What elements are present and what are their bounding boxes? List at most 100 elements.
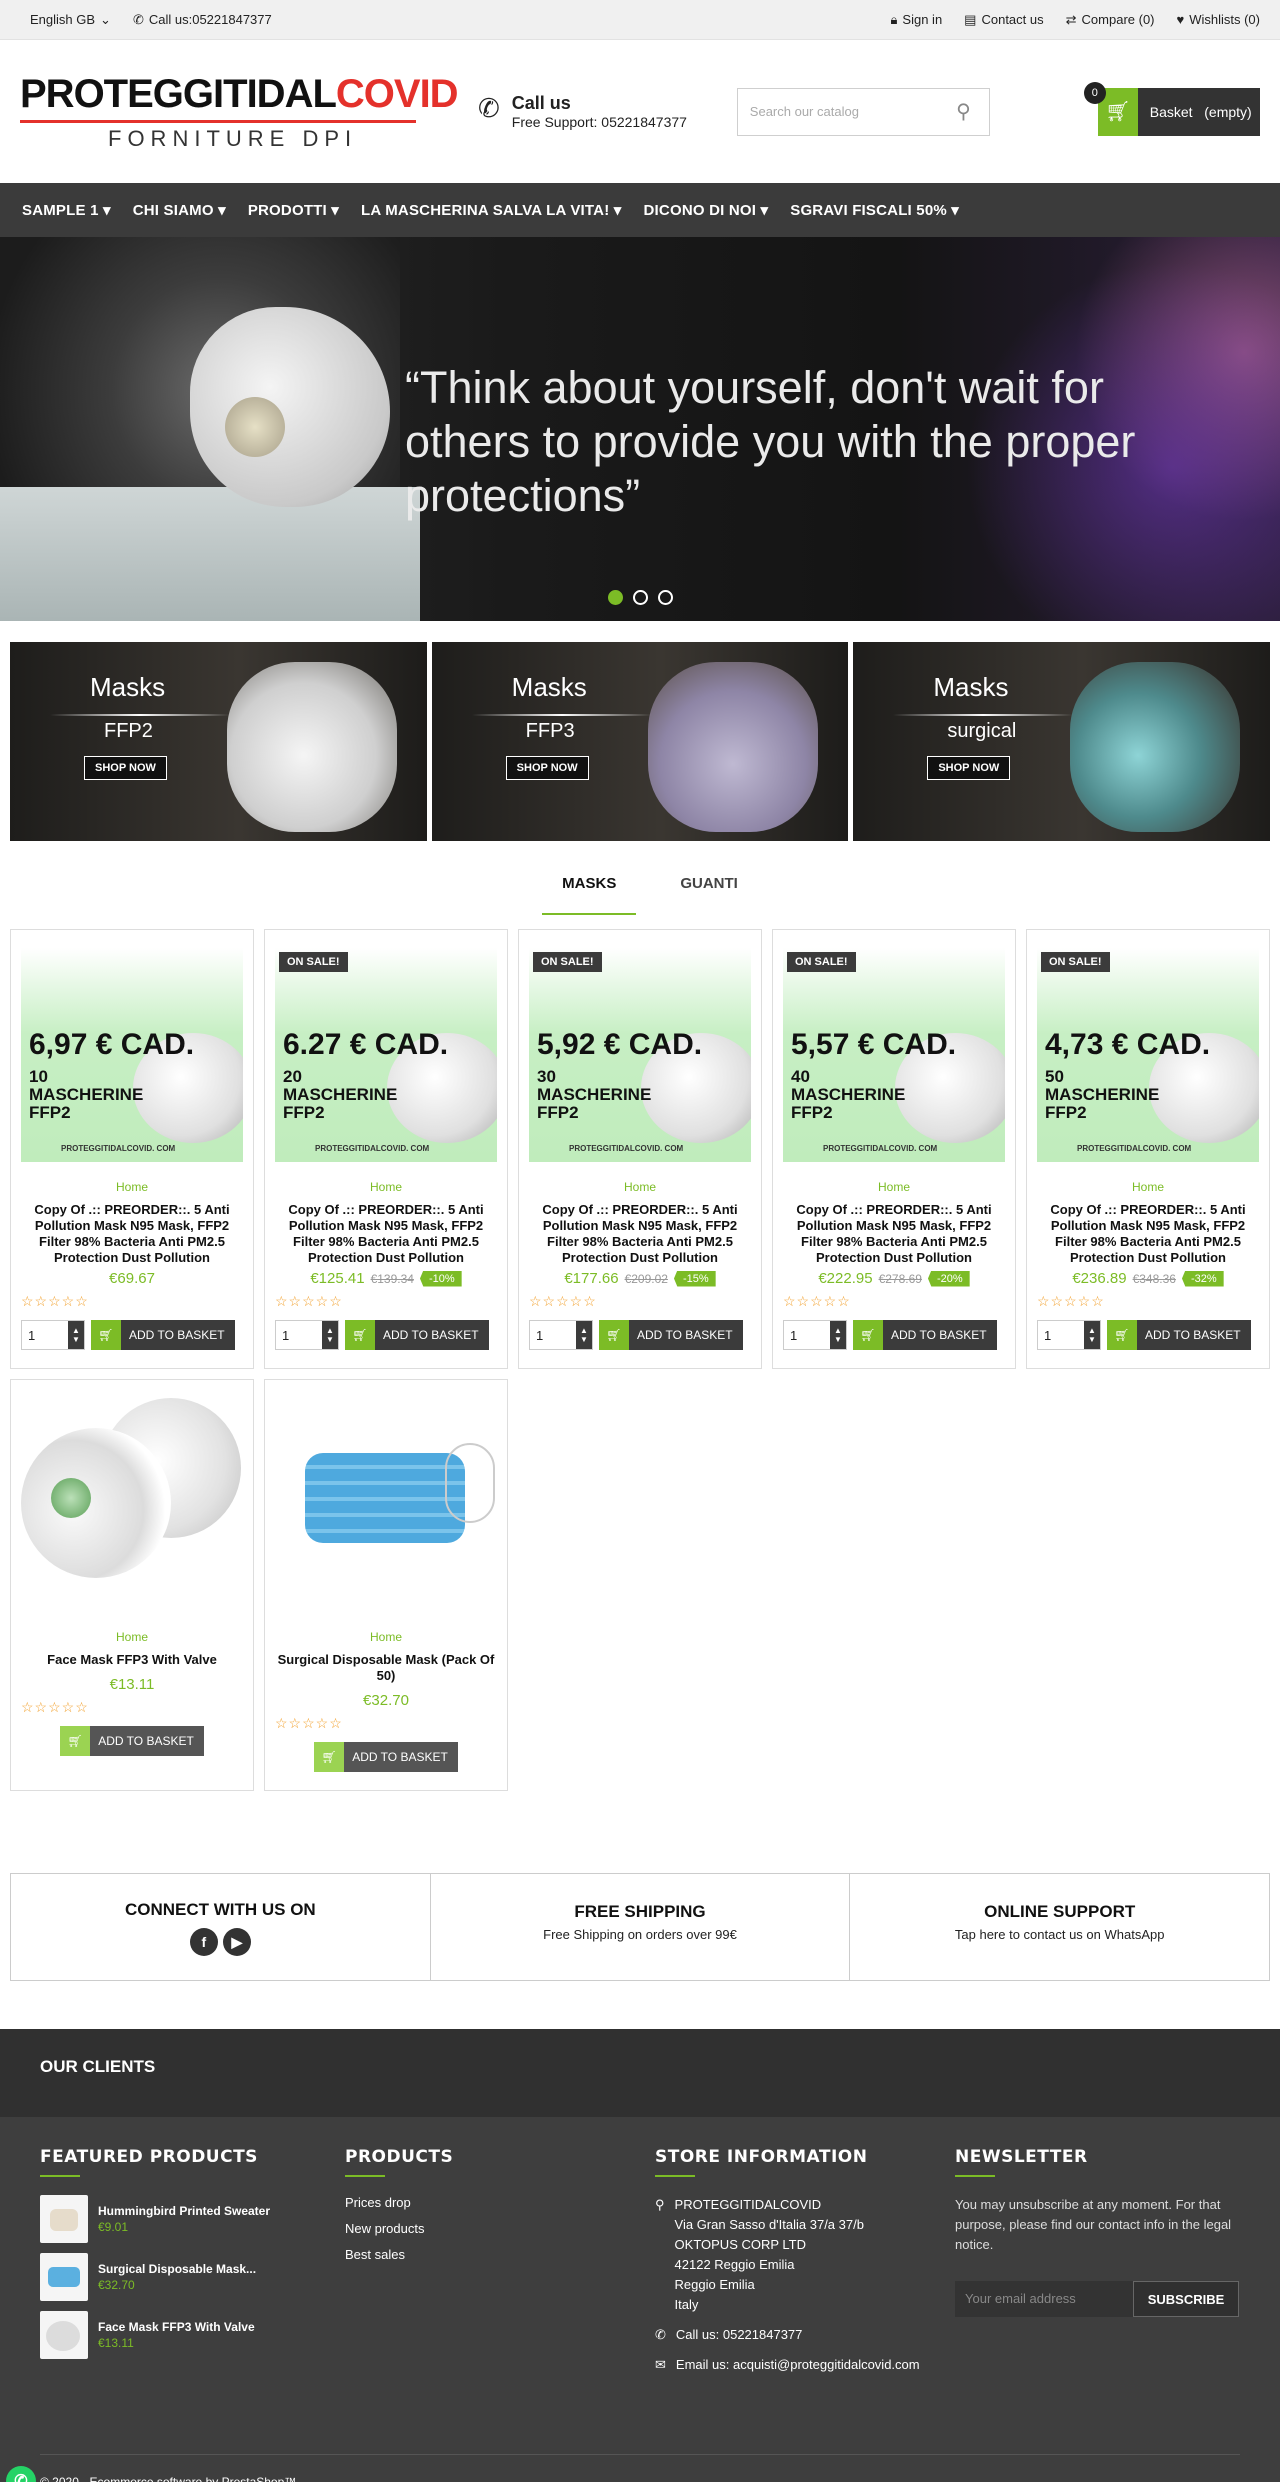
product-image[interactable] (21, 1388, 243, 1618)
subscribe-button[interactable]: SUBSCRIBE (1133, 2281, 1239, 2317)
facebook-icon[interactable]: f (189, 1928, 218, 1956)
product-category[interactable]: Home (275, 1630, 497, 1644)
product-card[interactable]: Home Face Mask FFP3 With Valve €13.11 ☆☆… (10, 1379, 254, 1791)
product-price: €13.11 (109, 1676, 155, 1693)
featured-item[interactable]: Hummingbird Printed Sweater €9.01 (40, 2195, 270, 2243)
stepper-arrows-icon[interactable]: ▲ ▼ (68, 1321, 84, 1349)
card-icon: ▤ (964, 11, 977, 27)
product-name[interactable]: Face Mask FFP3 With Valve (21, 1652, 243, 1672)
add-to-basket-button[interactable]: 🛒︎ ADD TO BASKET (314, 1742, 458, 1772)
feature-support[interactable]: ONLINE SUPPORT Tap here to contact us on… (850, 1874, 1269, 1980)
nav-item[interactable]: SAMPLE 1 ▾ (22, 201, 111, 219)
product-card[interactable]: Home Surgical Disposable Mask (Pack Of 5… (264, 1379, 508, 1791)
product-card[interactable]: ON SALE! 6.27 € CAD. 20 MASCHERINE FFP2 PR… (264, 929, 508, 1369)
stepper-arrows-icon[interactable]: ▲ ▼ (576, 1321, 592, 1349)
copyright[interactable]: © 2020 - Ecommerce software by PrestaSho… (40, 2454, 1240, 2482)
product-image[interactable]: ON SALE! 5,92 € CAD. 30 MASCHERINE FFP2 PR… (529, 938, 751, 1168)
whatsapp-icon[interactable]: ✆ (6, 2466, 36, 2482)
quantity-stepper[interactable]: 1 ▲ ▼ (529, 1320, 593, 1350)
product-category[interactable]: Home (783, 1180, 1005, 1194)
product-category[interactable]: Home (529, 1180, 751, 1194)
search-placeholder: Search our catalog (749, 104, 859, 119)
quantity-stepper[interactable]: 1 ▲ ▼ (783, 1320, 847, 1350)
product-card[interactable]: ON SALE! 4,73 € CAD. 50 MASCHERINE FFP2 PR… (1026, 929, 1270, 1369)
search-input[interactable]: Search our catalog ⚲ (736, 87, 990, 136)
stepper-arrows-icon[interactable]: ▲ ▼ (830, 1321, 846, 1349)
quantity-stepper[interactable]: 1 ▲ ▼ (1037, 1320, 1101, 1350)
footer-link[interactable]: Best sales (345, 2247, 453, 2262)
banner-surgical[interactable]: Masks surgical SHOP NOW (853, 642, 1271, 841)
phone-icon: ✆ (478, 93, 500, 123)
nav-item[interactable]: LA MASCHERINA SALVA LA VITA! ▾ (361, 201, 621, 219)
store-email[interactable]: ✉ Email us: acquisti@proteggitidalcovid.c… (655, 2355, 920, 2375)
tab-guanti[interactable]: GUANTI (680, 875, 738, 915)
wishlists-link[interactable]: ♥ Wishlists (0) (1177, 12, 1261, 27)
shop-now-button[interactable]: SHOP NOW (84, 756, 167, 780)
footer-link[interactable]: New products (345, 2221, 453, 2236)
cart-icon: 🛒︎ (345, 1320, 375, 1350)
banner-ffp3[interactable]: Masks FFP3 SHOP NOW (431, 642, 849, 841)
slider-dot[interactable] (633, 590, 648, 605)
product-category[interactable]: Home (21, 1180, 243, 1194)
product-image[interactable]: ON SALE! 5,57 € CAD. 40 MASCHERINE FFP2 PR… (783, 938, 1005, 1168)
contact-link[interactable]: ▤ Contact us (964, 12, 1043, 28)
quantity-stepper[interactable]: 1 ▲ ▼ (275, 1320, 339, 1350)
add-to-basket-button[interactable]: 🛒︎ ADD TO BASKET (60, 1726, 204, 1756)
product-name[interactable]: Surgical Disposable Mask (Pack Of 50) (275, 1652, 497, 1688)
hero-slider[interactable]: “Think about yourself, don't wait for ot… (0, 237, 1280, 621)
search-icon[interactable]: ⚲ (956, 99, 971, 124)
add-to-basket-button[interactable]: 🛒︎ ADD TO BASKET (853, 1320, 997, 1350)
product-image[interactable]: 6,97 € CAD. 10 MASCHERINE FFP2 PROTEGGITID… (21, 938, 243, 1168)
product-image[interactable] (275, 1388, 497, 1618)
slider-dots (608, 590, 673, 605)
category-banners: Masks FFP2 SHOP NOW Masks FFP3 SHOP NOW … (0, 621, 1280, 841)
signin-link[interactable]: 🔒︎ Sign in (891, 12, 943, 28)
add-to-basket-button[interactable]: 🛒︎ ADD TO BASKET (91, 1320, 235, 1350)
nav-item[interactable]: CHI SIAMO ▾ (133, 201, 226, 219)
nav-item[interactable]: SGRAVI FISCALI 50% ▾ (790, 201, 959, 219)
product-image[interactable]: ON SALE! 6.27 € CAD. 20 MASCHERINE FFP2 PR… (275, 938, 497, 1168)
product-card[interactable]: ON SALE! 5,57 € CAD. 40 MASCHERINE FFP2 PR… (772, 929, 1016, 1369)
chevron-down-icon: ⌄ (100, 11, 111, 27)
shop-now-button[interactable]: SHOP NOW (505, 756, 589, 780)
tab-masks[interactable]: MASKS (542, 875, 637, 915)
compare-link[interactable]: ⇄ Compare (0) (1066, 12, 1155, 28)
product-card[interactable]: 6,97 € CAD. 10 MASCHERINE FFP2 PROTEGGITID… (10, 929, 254, 1369)
add-to-basket-button[interactable]: 🛒︎ ADD TO BASKET (345, 1320, 489, 1350)
add-to-basket-button[interactable]: 🛒︎ ADD TO BASKET (599, 1320, 743, 1350)
footer-products: PRODUCTS Prices drop New products Best s… (345, 2147, 454, 2262)
slider-dot[interactable] (608, 590, 623, 605)
product-category[interactable]: Home (1037, 1180, 1259, 1194)
featured-item[interactable]: Face Mask FFP3 With Valve €13.11 (40, 2311, 270, 2359)
quantity-stepper[interactable]: 1 ▲ ▼ (21, 1320, 85, 1350)
language-selector[interactable]: English GB ⌄ (30, 12, 111, 28)
product-category[interactable]: Home (21, 1630, 243, 1644)
product-category[interactable]: Home (275, 1180, 497, 1194)
product-name[interactable]: Copy Of .:: PREORDER::. 5 Anti Pollution… (21, 1202, 243, 1266)
shop-now-button[interactable]: SHOP NOW (927, 756, 1011, 780)
site-logo[interactable]: PROTEGGITIDALCOVID FORNITURE DPI (20, 72, 459, 152)
cart-icon: 🛒︎ (314, 1742, 345, 1772)
phone-icon: ✆ (132, 11, 144, 27)
product-name[interactable]: Copy Of .:: PREORDER::. 5 Anti Pollution… (275, 1202, 497, 1266)
add-to-basket-button[interactable]: 🛒︎ ADD TO BASKET (1107, 1320, 1251, 1350)
cart-icon: 🛒︎ (853, 1320, 883, 1350)
banner-ffp2[interactable]: Masks FFP2 SHOP NOW (10, 642, 427, 841)
stepper-arrows-icon[interactable]: ▲ ▼ (322, 1321, 338, 1349)
product-name[interactable]: Copy Of .:: PREORDER::. 5 Anti Pollution… (1037, 1202, 1259, 1266)
nav-item[interactable]: PRODOTTI ▾ (248, 201, 339, 219)
product-price: €125.41 (310, 1270, 365, 1287)
header: PROTEGGITIDALCOVID FORNITURE DPI ✆ Call … (0, 40, 1280, 183)
stepper-arrows-icon[interactable]: ▲ ▼ (1084, 1321, 1100, 1349)
basket-button[interactable]: 0 🛒︎ Basket (empty) (1083, 81, 1260, 136)
product-name[interactable]: Copy Of .:: PREORDER::. 5 Anti Pollution… (783, 1202, 1005, 1266)
newsletter-email-input[interactable]: Your email address (955, 2281, 1133, 2317)
youtube-icon[interactable]: ▶ (222, 1928, 251, 1956)
product-image[interactable]: ON SALE! 4,73 € CAD. 50 MASCHERINE FFP2 PR… (1037, 938, 1259, 1168)
footer-link[interactable]: Prices drop (345, 2195, 453, 2210)
product-card[interactable]: ON SALE! 5,92 € CAD. 30 MASCHERINE FFP2 PR… (518, 929, 762, 1369)
product-name[interactable]: Copy Of .:: PREORDER::. 5 Anti Pollution… (529, 1202, 751, 1266)
slider-dot[interactable] (658, 590, 673, 605)
nav-item[interactable]: DICONO DI NOI ▾ (644, 201, 769, 219)
featured-item[interactable]: Surgical Disposable Mask... €32.70 (40, 2253, 270, 2301)
